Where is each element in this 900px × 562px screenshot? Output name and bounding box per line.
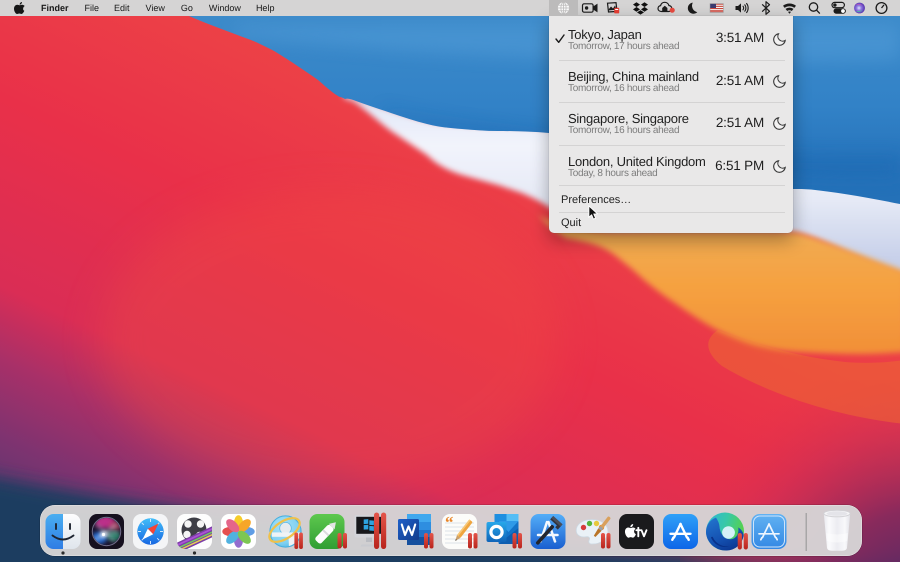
svg-text:“: “	[445, 513, 454, 532]
